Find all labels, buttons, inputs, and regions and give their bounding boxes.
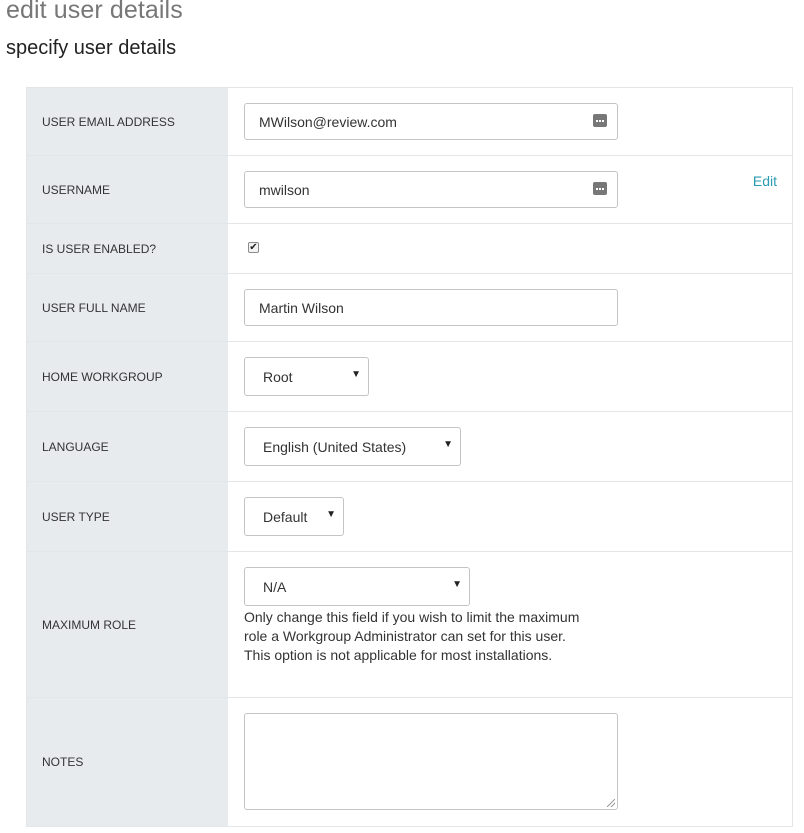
home-workgroup-select[interactable]: Root ▼ (244, 357, 369, 396)
chevron-down-icon: ▼ (351, 369, 361, 380)
enabled-row: IS USER ENABLED? ✔ (27, 224, 792, 274)
maximum-role-row: MAXIMUM ROLE N/A ▼ Only change this fiel… (27, 552, 792, 698)
keyboard-icon[interactable] (593, 182, 607, 195)
language-label: LANGUAGE (27, 412, 228, 481)
home-workgroup-label: HOME WORKGROUP (27, 342, 228, 411)
email-row: USER EMAIL ADDRESS MWilson@review.com (27, 88, 792, 156)
keyboard-icon[interactable] (593, 114, 607, 127)
username-field[interactable]: mwilson (244, 171, 618, 208)
enabled-label: IS USER ENABLED? (27, 224, 228, 273)
maximum-role-select[interactable]: N/A ▼ (244, 567, 470, 606)
maximum-role-value: N/A (263, 578, 287, 595)
user-details-form: USER EMAIL ADDRESS MWilson@review.com US… (26, 87, 793, 827)
email-label: USER EMAIL ADDRESS (27, 88, 228, 155)
language-select[interactable]: English (United States) ▼ (244, 427, 461, 466)
resize-handle-icon[interactable] (607, 799, 615, 807)
user-enabled-checkbox[interactable]: ✔ (248, 242, 259, 253)
maximum-role-label: MAXIMUM ROLE (27, 552, 228, 697)
username-value: mwilson (259, 181, 310, 198)
language-row: LANGUAGE English (United States) ▼ (27, 412, 792, 482)
user-type-label: USER TYPE (27, 482, 228, 551)
language-value: English (United States) (263, 438, 407, 455)
full-name-row: USER FULL NAME Martin Wilson (27, 274, 792, 342)
username-row: USERNAME mwilson Edit (27, 156, 792, 224)
chevron-down-icon: ▼ (326, 509, 336, 520)
home-workgroup-row: HOME WORKGROUP Root ▼ (27, 342, 792, 412)
chevron-down-icon: ▼ (452, 579, 462, 590)
user-type-row: USER TYPE Default ▼ (27, 482, 792, 552)
maximum-role-help-text: Only change this field if you wish to li… (244, 609, 580, 663)
section-title: specify user details (6, 37, 177, 59)
email-field[interactable]: MWilson@review.com (244, 103, 618, 140)
username-label: USERNAME (27, 156, 228, 223)
full-name-field[interactable]: Martin Wilson (244, 289, 618, 326)
page-title: edit user details (6, 0, 183, 24)
user-type-select[interactable]: Default ▼ (244, 497, 344, 536)
chevron-down-icon: ▼ (443, 439, 453, 450)
full-name-value: Martin Wilson (259, 299, 344, 316)
home-workgroup-value: Root (263, 368, 293, 385)
full-name-label: USER FULL NAME (27, 274, 228, 341)
username-edit-link[interactable]: Edit (753, 173, 777, 189)
user-type-value: Default (263, 508, 308, 525)
notes-label: NOTES (27, 698, 228, 826)
notes-textarea[interactable] (244, 713, 618, 810)
email-value: MWilson@review.com (259, 113, 397, 130)
notes-row: NOTES (27, 698, 792, 826)
